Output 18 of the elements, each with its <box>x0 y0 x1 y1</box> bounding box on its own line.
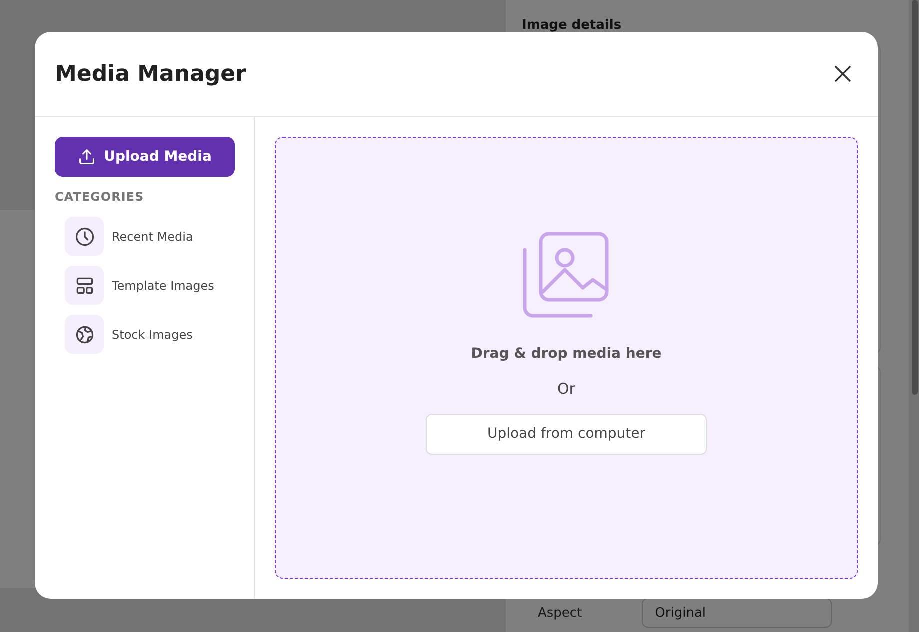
upload-from-computer-button[interactable]: Upload from computer <box>426 414 707 454</box>
category-item[interactable]: Template Images <box>65 266 234 305</box>
upload-media-button[interactable]: Upload Media <box>55 137 235 177</box>
scrollbar-thumb[interactable] <box>912 0 918 395</box>
categories-heading: CATEGORIES <box>55 190 146 204</box>
aspect-label: Aspect <box>538 606 582 620</box>
or-separator: Or <box>558 380 576 398</box>
category-item[interactable]: Recent Media <box>65 217 234 256</box>
dialog-title: Media Manager <box>55 62 246 86</box>
category-item[interactable]: Stock Images <box>65 315 234 354</box>
image-icon <box>522 232 610 320</box>
panel-title: Image details <box>522 18 623 33</box>
clock-icon <box>74 226 96 248</box>
upload-icon <box>78 148 96 166</box>
globe-icon <box>74 324 96 346</box>
dropzone[interactable]: Drag & drop media here Or Upload from computer <box>275 137 858 579</box>
close-icon[interactable] <box>834 65 852 83</box>
dropzone-heading: Drag & drop media here <box>471 346 662 362</box>
